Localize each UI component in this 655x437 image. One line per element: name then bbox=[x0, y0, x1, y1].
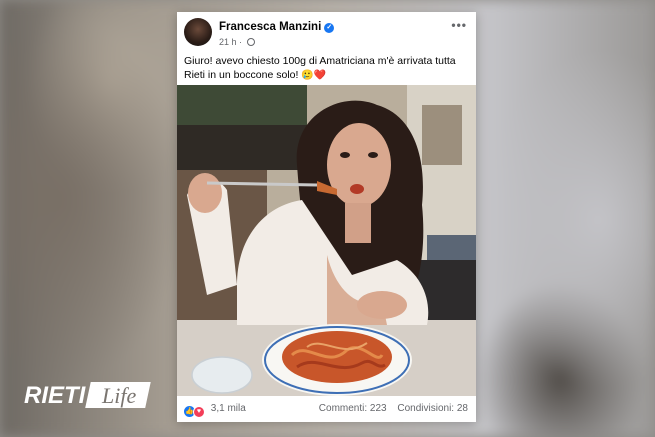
post-caption: Giuro! avevo chiesto 100g di Amatriciana… bbox=[184, 54, 472, 83]
reactions-summary[interactable]: 👍 ♥ 3,1 mila bbox=[184, 403, 246, 418]
more-options-icon[interactable]: ••• bbox=[451, 18, 467, 32]
author-name[interactable]: Francesca Manzini ✓ bbox=[219, 21, 335, 33]
meta-separator: · bbox=[239, 37, 243, 47]
shares-count[interactable]: Condivisioni: 28 bbox=[397, 403, 468, 414]
facebook-post-card: Francesca Manzini ✓ 21 h · ••• Giuro! ave… bbox=[177, 12, 476, 422]
verified-badge-icon: ✓ bbox=[324, 23, 335, 33]
rieti-life-logo: RIETI Life bbox=[24, 382, 151, 409]
post-meta: 21 h · bbox=[219, 37, 255, 47]
post-header: Francesca Manzini ✓ 21 h · ••• bbox=[177, 12, 476, 50]
logo-text-right: Life bbox=[101, 383, 136, 408]
reactions-count[interactable]: 3,1 mila bbox=[211, 403, 246, 414]
post-footer: 👍 ♥ 3,1 mila Commenti: 223 Condivisioni: … bbox=[177, 396, 476, 422]
avatar[interactable] bbox=[184, 18, 212, 46]
globe-icon bbox=[246, 38, 255, 46]
post-stats: Commenti: 223 Condivisioni: 28 bbox=[311, 403, 468, 414]
love-reaction-icon: ♥ bbox=[193, 406, 205, 418]
caption-emojis: 🥲❤️ bbox=[301, 70, 327, 81]
photo-illustration bbox=[177, 85, 476, 396]
author-name-text[interactable]: Francesca Manzini bbox=[219, 21, 321, 33]
logo-text-left: RIETI bbox=[24, 382, 87, 409]
post-time[interactable]: 21 h bbox=[219, 37, 237, 47]
comments-count[interactable]: Commenti: 223 bbox=[319, 403, 387, 414]
post-photo[interactable] bbox=[177, 85, 476, 396]
